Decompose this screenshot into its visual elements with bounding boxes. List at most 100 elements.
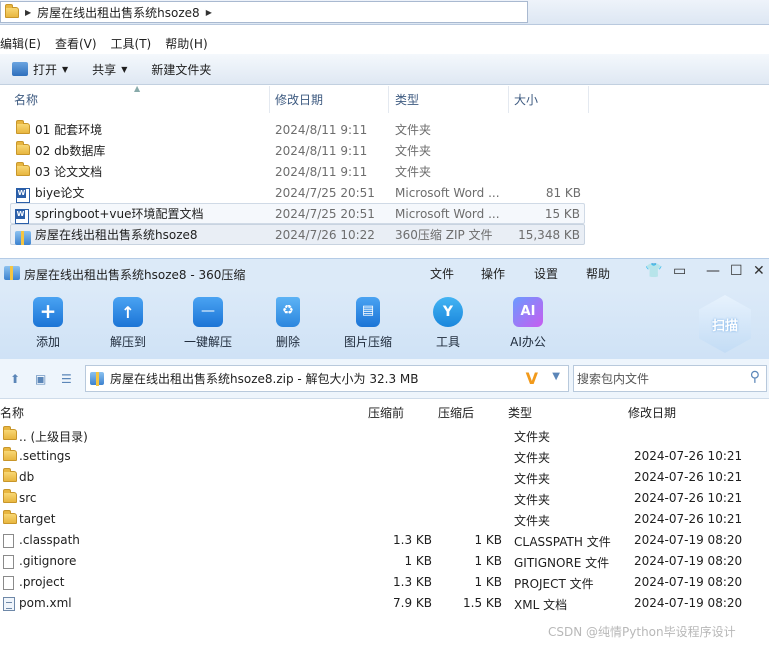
file-icon xyxy=(3,534,14,548)
file-row[interactable]: biye论文 2024/7/25 20:51 Microsoft Word ..… xyxy=(0,182,769,203)
word-icon xyxy=(16,188,30,203)
new-folder-button[interactable]: 新建文件夹 xyxy=(139,57,223,81)
file-date: 2024/7/25 20:51 xyxy=(275,206,375,221)
file-date: 2024/8/11 9:11 xyxy=(275,143,368,158)
tools-button[interactable]: 工具 xyxy=(416,297,480,350)
menu-operate[interactable]: 操作 xyxy=(481,265,505,282)
skin-icon[interactable]: 👕 xyxy=(645,263,662,279)
zip-path-bar: ⬆ ▣ ☰ 房屋在线出租出售系统hsoze8.zip - 解包大小为 32.3 … xyxy=(0,359,769,399)
image-compress-button[interactable]: 图片压缩 xyxy=(336,297,400,350)
entry-name: .. (上级目录) xyxy=(19,430,88,444)
breadcrumb-current[interactable]: 房屋在线出租出售系统hsoze8 xyxy=(37,4,200,21)
zip-column-csize-label: 压缩前 xyxy=(368,405,405,420)
zip-entry-row[interactable]: .settings 文件夹 2024-07-26 10:21 xyxy=(0,446,769,467)
zip-column-date[interactable]: 修改日期 xyxy=(628,401,676,423)
maximize-button[interactable]: ☐ xyxy=(730,263,743,279)
file-row[interactable]: springboot+vue环境配置文档 2024/7/25 20:51 Mic… xyxy=(10,203,585,224)
entry-name: .gitignore xyxy=(19,554,77,568)
entry-osize: 1.5 KB xyxy=(463,596,502,610)
add-icon xyxy=(33,297,63,327)
zip-entry-row[interactable]: .. (上级目录) 文件夹 xyxy=(0,425,769,446)
menu-settings[interactable]: 设置 xyxy=(534,265,558,282)
menu-help[interactable]: 帮助 xyxy=(586,265,610,282)
explorer-menu-bar: 编辑(E) 查看(V) 工具(T) 帮助(H) xyxy=(0,32,769,54)
chevron-right-icon[interactable]: ▶ xyxy=(25,8,31,17)
extract-to-button[interactable]: 解压到 xyxy=(96,297,160,350)
zip-column-csize[interactable]: 压缩前 xyxy=(368,401,404,423)
v-logo-icon[interactable]: V xyxy=(526,369,538,388)
entry-type: 文件夹 xyxy=(514,493,551,507)
menu-view[interactable]: 查看(V) xyxy=(48,35,104,52)
feedback-icon[interactable]: ▭ xyxy=(673,263,686,279)
file-row[interactable]: 03 论文文档 2024/8/11 9:11 文件夹 xyxy=(0,161,769,182)
file-date: 2024/7/25 20:51 xyxy=(275,185,375,200)
zip-icon xyxy=(90,372,104,386)
zip-entry-row[interactable]: .project 1.3 KB 1 KB PROJECT 文件 2024-07-… xyxy=(0,572,769,593)
share-button[interactable]: 共享 ▼ xyxy=(80,57,139,81)
folder-icon xyxy=(3,426,17,440)
zip-entry-row[interactable]: db 文件夹 2024-07-26 10:21 xyxy=(0,467,769,488)
entry-type: CLASSPATH 文件 xyxy=(514,535,611,549)
file-type: Microsoft Word ... xyxy=(395,206,500,221)
file-type: 文件夹 xyxy=(395,165,432,179)
entry-type: XML 文档 xyxy=(514,598,568,612)
zip-column-osize[interactable]: 压缩后 xyxy=(438,401,474,423)
watermark: CSDN @纯情Python毕设程序设计 xyxy=(548,625,736,639)
close-button[interactable]: ✕ xyxy=(753,263,765,279)
tools-icon xyxy=(433,297,463,327)
column-header-type[interactable]: 类型 xyxy=(389,86,509,113)
extract-icon xyxy=(113,297,143,327)
file-row-selected[interactable]: 房屋在线出租出售系统hsoze8 2024/7/26 10:22 360压缩 Z… xyxy=(10,224,585,245)
image-compress-label: 图片压缩 xyxy=(343,335,392,349)
entry-date: 2024-07-26 10:21 xyxy=(634,512,743,526)
column-header-name[interactable]: 名称 xyxy=(0,86,270,113)
menu-tools[interactable]: 工具(T) xyxy=(104,35,159,52)
zip-entry-row[interactable]: .gitignore 1 KB 1 KB GITIGNORE 文件 2024-0… xyxy=(0,551,769,572)
file-name: biye论文 xyxy=(35,186,85,200)
scan-button[interactable]: 扫描 xyxy=(699,295,751,353)
entry-type: 文件夹 xyxy=(514,472,551,486)
file-size: 81 KB xyxy=(545,185,581,200)
add-button[interactable]: 添加 xyxy=(16,297,80,350)
open-button[interactable]: 打开 ▼ xyxy=(0,57,80,81)
zip-entry-row[interactable]: target 文件夹 2024-07-26 10:21 xyxy=(0,509,769,530)
zip-entry-row[interactable]: .classpath 1.3 KB 1 KB CLASSPATH 文件 2024… xyxy=(0,530,769,551)
entry-name: db xyxy=(19,470,35,484)
address-box[interactable]: ▶ 房屋在线出租出售系统hsoze8 ▶ xyxy=(0,1,528,23)
chevron-right-icon[interactable]: ▶ xyxy=(206,8,212,17)
delete-button[interactable]: 删除 xyxy=(256,297,320,350)
thumbnail-view-icon[interactable]: ▣ xyxy=(35,372,46,386)
add-label: 添加 xyxy=(35,335,60,349)
zip-path-box[interactable]: 房屋在线出租出售系统hsoze8.zip - 解包大小为 32.3 MB V ▼ xyxy=(85,365,569,392)
scan-label: 扫描 xyxy=(711,318,738,334)
file-icon xyxy=(3,576,14,590)
ai-office-button[interactable]: AI办公 xyxy=(496,297,560,350)
zip-column-name[interactable]: 名称 xyxy=(0,401,24,423)
list-view-icon[interactable]: ☰ xyxy=(61,372,72,386)
column-header-size[interactable]: 大小 xyxy=(509,86,589,113)
up-arrow-icon[interactable]: ⬆ xyxy=(10,372,20,386)
file-size: 15 KB xyxy=(544,206,580,221)
file-row[interactable]: 01 配套环境 2024/8/11 9:11 文件夹 xyxy=(0,119,769,140)
entry-date: 2024-07-26 10:21 xyxy=(634,449,743,463)
explorer-address-bar: ▶ 房屋在线出租出售系统hsoze8 ▶ xyxy=(0,0,769,25)
one-click-extract-button[interactable]: 一键解压 xyxy=(176,297,240,350)
menu-edit[interactable]: 编辑(E) xyxy=(0,35,48,52)
entry-date: 2024-07-19 08:20 xyxy=(634,575,743,589)
zip-entry-row[interactable]: pom.xml 7.9 KB 1.5 KB XML 文档 2024-07-19 … xyxy=(0,593,769,614)
menu-help[interactable]: 帮助(H) xyxy=(158,35,214,52)
file-icon xyxy=(3,555,14,569)
explorer-command-bar: 打开 ▼ 共享 ▼ 新建文件夹 xyxy=(0,54,769,85)
file-type: Microsoft Word ... xyxy=(395,185,500,200)
entry-name: src xyxy=(19,491,37,505)
zip-entry-row[interactable]: src 文件夹 2024-07-26 10:21 xyxy=(0,488,769,509)
zip-column-type[interactable]: 类型 xyxy=(508,401,532,423)
search-input[interactable]: 搜索包内文件 ⚲ xyxy=(573,365,767,392)
minimize-button[interactable]: — xyxy=(706,263,720,279)
file-row[interactable]: 02 db数据库 2024/8/11 9:11 文件夹 xyxy=(0,140,769,161)
chevron-down-icon[interactable]: ▼ xyxy=(552,371,560,382)
search-icon[interactable]: ⚲ xyxy=(750,369,760,385)
menu-file[interactable]: 文件 xyxy=(430,265,454,282)
trash-icon xyxy=(276,297,300,327)
column-header-date[interactable]: 修改日期 xyxy=(270,86,389,113)
